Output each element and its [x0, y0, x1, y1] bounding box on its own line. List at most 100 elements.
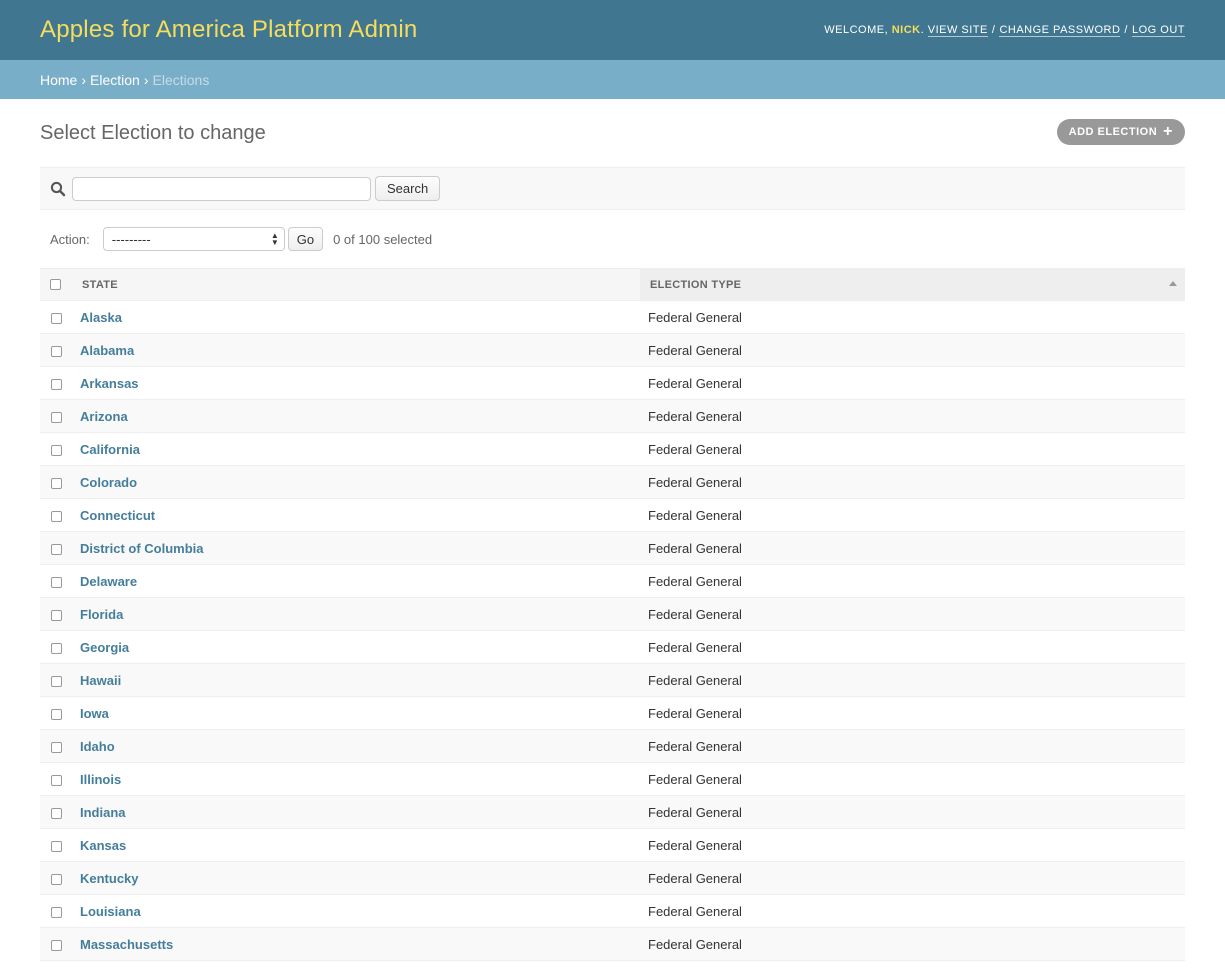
election-type-cell: Federal General [640, 465, 1185, 499]
state-link[interactable]: Indiana [70, 805, 126, 820]
state-link[interactable]: Hawaii [70, 673, 121, 688]
row-checkbox[interactable] [51, 609, 62, 621]
state-cell: Florida [70, 597, 640, 631]
row-checkbox[interactable] [51, 576, 62, 588]
election-type-cell: Federal General [640, 894, 1185, 928]
state-link[interactable]: Kansas [70, 838, 126, 853]
table-row: Kentucky Federal General [40, 861, 1185, 895]
row-checkbox[interactable] [51, 642, 62, 654]
select-arrows-icon: ▲ ▼ [270, 231, 279, 247]
election-type-cell: Federal General [640, 399, 1185, 433]
table-header: State Election Type [40, 268, 1185, 301]
breadcrumb-current: Elections [152, 71, 210, 88]
state-cell: Massachusetts [70, 927, 640, 961]
search-input[interactable] [72, 176, 371, 201]
row-checkbox[interactable] [51, 939, 62, 951]
table-row: Alabama Federal General [40, 333, 1185, 367]
separator: / [991, 24, 996, 36]
selection-counter: 0 of 100 selected [333, 231, 433, 247]
state-link[interactable]: Colorado [70, 475, 137, 490]
row-select-cell [40, 927, 70, 961]
row-checkbox[interactable] [51, 873, 62, 885]
state-link[interactable]: District of Columbia [70, 541, 204, 556]
state-cell: Kentucky [70, 861, 640, 895]
state-link[interactable]: Arkansas [70, 376, 139, 391]
state-cell: Alabama [70, 333, 640, 367]
view-site-link[interactable]: VIEW SITE [927, 24, 988, 37]
welcome-text: WELCOME, NICK. [824, 24, 928, 36]
action-selected-value: --------- [111, 231, 151, 247]
table-row: Illinois Federal General [40, 762, 1185, 796]
state-cell: Alaska [70, 300, 640, 334]
table-row: Colorado Federal General [40, 465, 1185, 499]
site-name[interactable]: Apples for America Platform Admin [40, 16, 417, 44]
sort-ascending-icon[interactable] [1169, 281, 1177, 286]
state-link[interactable]: Alabama [70, 343, 134, 358]
select-all-checkbox[interactable] [50, 279, 61, 291]
column-header-election-type[interactable]: Election Type [640, 268, 1185, 301]
state-cell: Colorado [70, 465, 640, 499]
row-checkbox[interactable] [51, 510, 62, 522]
state-link[interactable]: Alaska [70, 310, 122, 325]
state-link[interactable]: Illinois [70, 772, 121, 787]
state-link[interactable]: California [70, 442, 140, 457]
state-link[interactable]: Massachusetts [70, 937, 173, 952]
state-cell: Kansas [70, 828, 640, 862]
state-cell: Georgia [70, 630, 640, 664]
breadcrumb-app[interactable]: Election [90, 72, 140, 88]
search-button[interactable]: Search [375, 176, 441, 201]
row-checkbox[interactable] [51, 807, 62, 819]
election-type-cell: Federal General [640, 333, 1185, 367]
header: Apples for America Platform Admin WELCOM… [0, 0, 1225, 60]
row-checkbox[interactable] [51, 312, 62, 324]
row-checkbox[interactable] [51, 906, 62, 918]
row-checkbox[interactable] [51, 675, 62, 687]
state-link[interactable]: Louisiana [70, 904, 141, 919]
row-checkbox[interactable] [51, 411, 62, 423]
column-header-state[interactable]: State [70, 268, 640, 301]
breadcrumb-separator: › [143, 71, 149, 88]
row-checkbox[interactable] [51, 444, 62, 456]
election-type-cell: Federal General [640, 927, 1185, 961]
go-button[interactable]: Go [287, 227, 324, 251]
row-select-cell [40, 498, 70, 532]
row-checkbox[interactable] [51, 774, 62, 786]
state-link[interactable]: Kentucky [70, 871, 139, 886]
row-checkbox[interactable] [51, 345, 62, 357]
log-out-link[interactable]: LOG OUT [1131, 24, 1185, 37]
table-row: Hawaii Federal General [40, 663, 1185, 697]
state-link[interactable]: Iowa [70, 706, 109, 721]
row-select-cell [40, 564, 70, 598]
row-checkbox[interactable] [51, 708, 62, 720]
add-election-button[interactable]: ADD ELECTION + [1056, 119, 1185, 145]
state-cell: Arizona [70, 399, 640, 433]
row-checkbox[interactable] [51, 477, 62, 489]
state-link[interactable]: Connecticut [70, 508, 155, 523]
action-select[interactable]: --------- ▲ ▼ [102, 227, 285, 251]
breadcrumb-home[interactable]: Home [40, 72, 77, 88]
change-password-link[interactable]: CHANGE PASSWORD [999, 24, 1121, 37]
state-link[interactable]: Delaware [70, 574, 137, 589]
row-select-cell [40, 894, 70, 928]
state-link[interactable]: Idaho [70, 739, 115, 754]
state-link[interactable]: Georgia [70, 640, 129, 655]
row-select-cell [40, 762, 70, 796]
election-type-cell: Federal General [640, 531, 1185, 565]
state-cell: Delaware [70, 564, 640, 598]
table-row: Iowa Federal General [40, 696, 1185, 730]
row-checkbox[interactable] [51, 543, 62, 555]
election-type-cell: Federal General [640, 696, 1185, 730]
table-row: California Federal General [40, 432, 1185, 466]
title-row: Select Election to change ADD ELECTION + [40, 99, 1185, 167]
table-row: Delaware Federal General [40, 564, 1185, 598]
table-row: Idaho Federal General [40, 729, 1185, 763]
table-row: Georgia Federal General [40, 630, 1185, 664]
table-row: District of Columbia Federal General [40, 531, 1185, 565]
row-checkbox[interactable] [51, 840, 62, 852]
content: Select Election to change ADD ELECTION +… [0, 99, 1225, 961]
row-select-cell [40, 696, 70, 730]
row-checkbox[interactable] [51, 741, 62, 753]
state-link[interactable]: Arizona [70, 409, 128, 424]
row-checkbox[interactable] [51, 378, 62, 390]
state-link[interactable]: Florida [70, 607, 123, 622]
